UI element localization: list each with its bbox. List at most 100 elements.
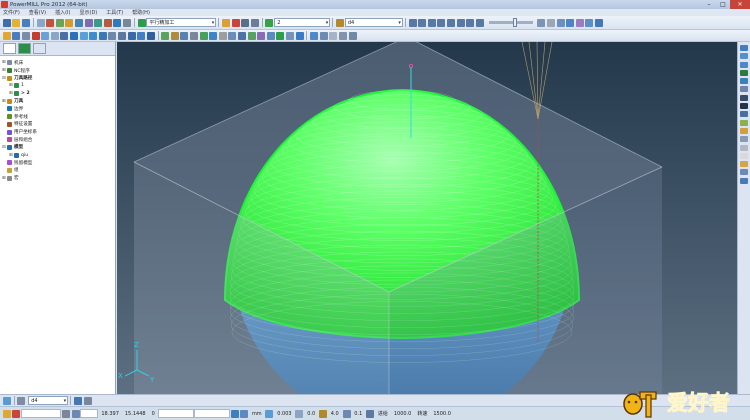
grid-view-icon[interactable] xyxy=(740,144,748,151)
view-front-icon[interactable] xyxy=(89,31,98,40)
folder-icon[interactable] xyxy=(2,31,11,40)
section-view-icon[interactable] xyxy=(740,177,748,184)
tree-node[interactable]: ⊞ 机床 xyxy=(2,59,115,67)
zoom-in-icon[interactable] xyxy=(740,94,748,101)
graphics-viewport[interactable]: Z X Y xyxy=(117,42,737,394)
view-iso-1-icon[interactable] xyxy=(740,45,748,51)
transparency-icon[interactable] xyxy=(257,31,266,40)
forward-icon[interactable] xyxy=(466,18,475,27)
tool-edit-icon[interactable] xyxy=(73,396,82,405)
menu-insert[interactable]: 插入(I) xyxy=(55,9,70,16)
tab-other[interactable] xyxy=(33,43,46,54)
tool-select-icon[interactable] xyxy=(336,18,345,27)
ruler-icon[interactable] xyxy=(266,31,275,40)
menu-view[interactable]: 查看(V) xyxy=(29,9,46,16)
boundary-tool-icon[interactable] xyxy=(241,18,250,27)
tool-cancel-icon[interactable] xyxy=(83,396,92,405)
sim-option-icon[interactable] xyxy=(537,18,546,27)
layers-icon[interactable] xyxy=(238,31,247,40)
status-settings-icon[interactable] xyxy=(61,409,70,418)
tree-node[interactable]: 用户坐标系 xyxy=(2,128,115,136)
rainbow-icon[interactable] xyxy=(566,18,575,27)
stock-icon[interactable] xyxy=(575,18,584,27)
maximize-button[interactable]: □ xyxy=(716,0,730,9)
status-input[interactable] xyxy=(21,409,62,418)
undo-icon[interactable] xyxy=(36,18,45,27)
toolpath-strategy-icon[interactable] xyxy=(113,18,122,27)
delete-item-icon[interactable] xyxy=(31,31,40,40)
shaded-icon[interactable] xyxy=(556,18,565,27)
view-left-icon[interactable] xyxy=(740,78,748,85)
menu-file[interactable]: 文件(F) xyxy=(3,9,20,16)
tool-settings-icon[interactable] xyxy=(222,18,231,27)
leads-icon[interactable] xyxy=(74,18,83,27)
shade-view-icon[interactable] xyxy=(740,127,748,134)
step-back-icon[interactable] xyxy=(427,18,436,27)
help-topic-icon[interactable] xyxy=(295,31,304,40)
close-button[interactable]: ✕ xyxy=(730,0,750,9)
play-icon[interactable] xyxy=(418,18,427,27)
clip-plane-icon[interactable] xyxy=(740,169,748,176)
copy-icon[interactable] xyxy=(50,31,59,40)
tree-node[interactable]: 组 xyxy=(2,167,115,175)
tree-node[interactable]: 层和组合 xyxy=(2,136,115,144)
text-icon[interactable] xyxy=(329,31,338,40)
minimize-button[interactable]: – xyxy=(702,0,716,9)
workplane-tool-icon[interactable] xyxy=(60,31,69,40)
calculator-icon[interactable] xyxy=(170,31,179,40)
zoom-box-icon[interactable] xyxy=(137,31,146,40)
tool-grid-icon[interactable] xyxy=(17,396,26,405)
edit-icon[interactable] xyxy=(319,31,328,40)
toolpath-view-icon[interactable] xyxy=(740,119,748,126)
zoom-out-icon[interactable] xyxy=(740,103,748,110)
menu-tools[interactable]: 工具(T) xyxy=(106,9,123,16)
toolpath-combo[interactable]: 2 ▾ xyxy=(274,18,331,27)
tree-node[interactable]: 参考线 xyxy=(2,113,115,121)
view-top-icon[interactable] xyxy=(79,31,88,40)
cut-icon[interactable] xyxy=(338,31,347,40)
clip-icon[interactable] xyxy=(348,31,357,40)
zoom-fit-icon[interactable] xyxy=(127,31,136,40)
check-icon[interactable] xyxy=(276,31,285,40)
sketch-icon[interactable] xyxy=(310,31,319,40)
grid-icon[interactable] xyxy=(218,31,227,40)
feeds-icon[interactable] xyxy=(84,18,93,27)
measure-icon[interactable] xyxy=(161,31,170,40)
stop-icon[interactable] xyxy=(456,18,465,27)
rapid-move-icon[interactable] xyxy=(55,18,64,27)
status-grid-icon[interactable] xyxy=(71,409,80,418)
view-iso-icon[interactable] xyxy=(69,31,78,40)
toolpath-select-icon[interactable] xyxy=(265,18,274,27)
workplane-status-icon[interactable] xyxy=(230,409,239,418)
save-icon[interactable] xyxy=(12,31,21,40)
menu-display[interactable]: 显示(D) xyxy=(80,9,98,16)
table-icon[interactable] xyxy=(286,31,295,40)
tree-node[interactable]: 特征设置 xyxy=(2,121,115,129)
view-side-icon[interactable] xyxy=(98,31,107,40)
strategy-combo[interactable]: 平行精加工 ▾ xyxy=(146,18,217,27)
start-point-icon[interactable] xyxy=(94,18,103,27)
save-project-icon[interactable] xyxy=(21,18,30,27)
menu-help[interactable]: 帮助(H) xyxy=(132,9,150,16)
rewind-icon[interactable] xyxy=(408,18,417,27)
view-bottom-icon[interactable] xyxy=(117,31,126,40)
model-display-icon[interactable] xyxy=(209,31,218,40)
tree-node[interactable]: ⊞ NC程序 xyxy=(2,67,115,75)
end-point-icon[interactable] xyxy=(103,18,112,27)
view-top-side-icon[interactable] xyxy=(740,61,748,68)
tool-icon[interactable] xyxy=(65,18,74,27)
step-forward-icon[interactable] xyxy=(437,18,446,27)
delete-icon[interactable] xyxy=(231,18,240,27)
print-icon[interactable] xyxy=(21,31,30,40)
tree-node[interactable]: ⊟ 刀具路径 xyxy=(2,74,115,82)
tool-combo[interactable]: d4 ▾ xyxy=(344,18,403,27)
shading-icon[interactable] xyxy=(180,31,189,40)
view-front-side-icon[interactable] xyxy=(740,69,748,76)
pattern-tool-icon[interactable] xyxy=(250,18,259,27)
resize-icon[interactable] xyxy=(740,111,748,118)
view-right-icon[interactable] xyxy=(740,86,748,93)
simulation-speed-slider[interactable] xyxy=(488,18,533,27)
sim-view-icon[interactable] xyxy=(547,18,556,27)
exit-sim-icon[interactable] xyxy=(585,18,594,27)
new-project-icon[interactable] xyxy=(2,18,11,27)
